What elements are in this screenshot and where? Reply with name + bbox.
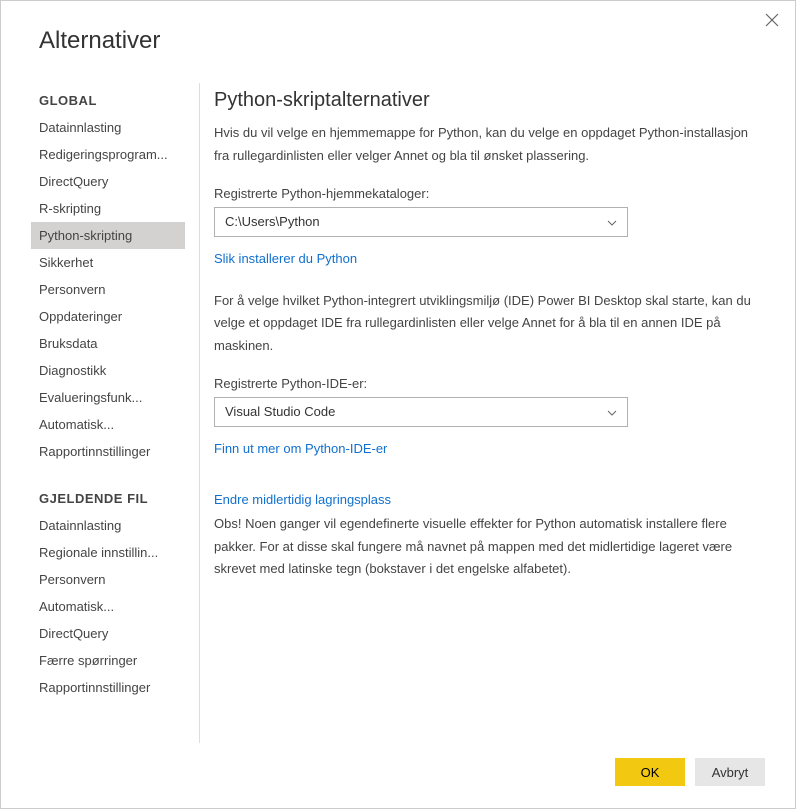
- temp-storage-link[interactable]: Endre midlertidig lagringsplass: [214, 492, 391, 507]
- cancel-button[interactable]: Avbryt: [695, 758, 765, 786]
- sidebar-item-directquery-file[interactable]: DirectQuery: [31, 620, 185, 647]
- sidebar-item-regionale[interactable]: Regionale innstillin...: [31, 539, 185, 566]
- sidebar-item-evalueringsfunk[interactable]: Evalueringsfunk...: [31, 384, 185, 411]
- sidebar-item-datainnlasting-file[interactable]: Datainnlasting: [31, 512, 185, 539]
- sidebar-item-diagnostikk[interactable]: Diagnostikk: [31, 357, 185, 384]
- sidebar-item-python-skripting[interactable]: Python-skripting: [31, 222, 185, 249]
- install-python-link[interactable]: Slik installerer du Python: [214, 251, 357, 266]
- sidebar-item-personvern-file[interactable]: Personvern: [31, 566, 185, 593]
- sidebar-item-faerre-sporringer[interactable]: Færre spørringer: [31, 647, 185, 674]
- sidebar-item-automatisk-global[interactable]: Automatisk...: [31, 411, 185, 438]
- sidebar: GLOBAL Datainnlasting Redigeringsprogram…: [1, 83, 185, 743]
- main-title: Python-skriptalternativer: [214, 89, 765, 112]
- section-header-global: GLOBAL: [31, 83, 185, 114]
- temp-note-paragraph: Obs! Noen ganger vil egendefinerte visue…: [214, 513, 765, 581]
- intro-paragraph: Hvis du vil velge en hjemmemappe for Pyt…: [214, 122, 765, 168]
- sidebar-item-directquery-global[interactable]: DirectQuery: [31, 168, 185, 195]
- sidebar-item-rapportinnstillinger-file[interactable]: Rapportinnstillinger: [31, 674, 185, 701]
- sidebar-item-automatisk-file[interactable]: Automatisk...: [31, 593, 185, 620]
- ide-value: Visual Studio Code: [225, 404, 335, 419]
- sidebar-item-redigeringsprogram[interactable]: Redigeringsprogram...: [31, 141, 185, 168]
- close-button[interactable]: [765, 13, 781, 29]
- ide-dropdown[interactable]: Visual Studio Code: [214, 397, 628, 427]
- ide-intro-paragraph: For å velge hvilket Python-integrert utv…: [214, 290, 765, 358]
- ide-learn-more-link[interactable]: Finn ut mer om Python-IDE-er: [214, 441, 387, 456]
- content-area: GLOBAL Datainnlasting Redigeringsprogram…: [1, 83, 795, 743]
- main-panel: Python-skriptalternativer Hvis du vil ve…: [200, 83, 795, 743]
- sidebar-item-r-skripting[interactable]: R-skripting: [31, 195, 185, 222]
- ide-label: Registrerte Python-IDE-er:: [214, 376, 765, 391]
- sidebar-item-personvern-global[interactable]: Personvern: [31, 276, 185, 303]
- sidebar-item-datainnlasting-global[interactable]: Datainnlasting: [31, 114, 185, 141]
- section-header-gjeldende-fil: GJELDENDE FIL: [31, 481, 185, 512]
- ok-button[interactable]: OK: [615, 758, 685, 786]
- chevron-down-icon: [607, 214, 617, 229]
- home-dir-dropdown[interactable]: C:\Users\Python: [214, 207, 628, 237]
- sidebar-item-rapportinnstillinger-global[interactable]: Rapportinnstillinger: [31, 438, 185, 465]
- sidebar-item-bruksdata[interactable]: Bruksdata: [31, 330, 185, 357]
- close-icon: [765, 13, 779, 27]
- sidebar-item-sikkerhet[interactable]: Sikkerhet: [31, 249, 185, 276]
- dialog-footer: OK Avbryt: [615, 758, 765, 786]
- home-dir-label: Registrerte Python-hjemmekataloger:: [214, 186, 765, 201]
- sidebar-item-oppdateringer[interactable]: Oppdateringer: [31, 303, 185, 330]
- dialog-title: Alternativer: [1, 1, 795, 55]
- home-dir-value: C:\Users\Python: [225, 214, 320, 229]
- chevron-down-icon: [607, 404, 617, 419]
